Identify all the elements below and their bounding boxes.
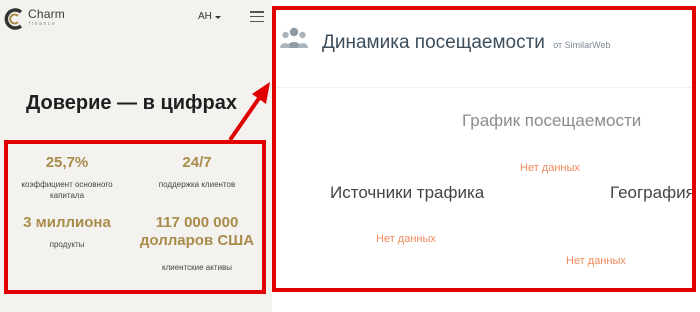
language-selector[interactable]: AH xyxy=(198,11,212,22)
traffic-sources-title: Источники трафика xyxy=(330,183,485,202)
stat-value: 117 000 000 долларов США xyxy=(139,214,255,249)
hamburger-menu-icon[interactable] xyxy=(250,11,264,23)
no-data-label: Нет данных xyxy=(566,255,626,267)
section-title: Доверие — в цифрах xyxy=(26,92,238,114)
traffic-chart-title: График посещаемости xyxy=(462,111,642,130)
divider xyxy=(276,87,692,88)
chevron-down-icon[interactable] xyxy=(215,16,221,19)
stat-label: клиентские активы xyxy=(162,263,232,272)
stat-value: 3 миллиона xyxy=(23,214,111,231)
mobile-header: Charm finance AH xyxy=(0,0,272,36)
widget-source[interactable]: от SimilarWeb xyxy=(553,40,610,50)
charm-logo-icon[interactable] xyxy=(4,8,26,30)
stat-label: коэффициент основного капитала xyxy=(21,180,113,200)
stat-label: продукты xyxy=(49,240,85,249)
stat-value: 24/7 xyxy=(182,154,212,171)
widget-title: Динамика посещаемости от SimilarWeb xyxy=(322,32,611,54)
logo-name[interactable]: Charm xyxy=(28,7,65,21)
traffic-widget: Динамика посещаемости от SimilarWeb Граф… xyxy=(272,6,696,292)
geography-title: География xyxy=(610,183,695,202)
stat-label: поддержка клиентов xyxy=(158,180,236,189)
no-data-label: Нет данных xyxy=(520,162,580,174)
no-data-label: Нет данных xyxy=(376,233,436,245)
stat-value: 25,7% xyxy=(45,154,89,171)
widget-title-text: Динамика посещаемости xyxy=(322,32,545,53)
people-icon xyxy=(280,27,308,48)
logo-subtitle: finance xyxy=(29,21,57,27)
